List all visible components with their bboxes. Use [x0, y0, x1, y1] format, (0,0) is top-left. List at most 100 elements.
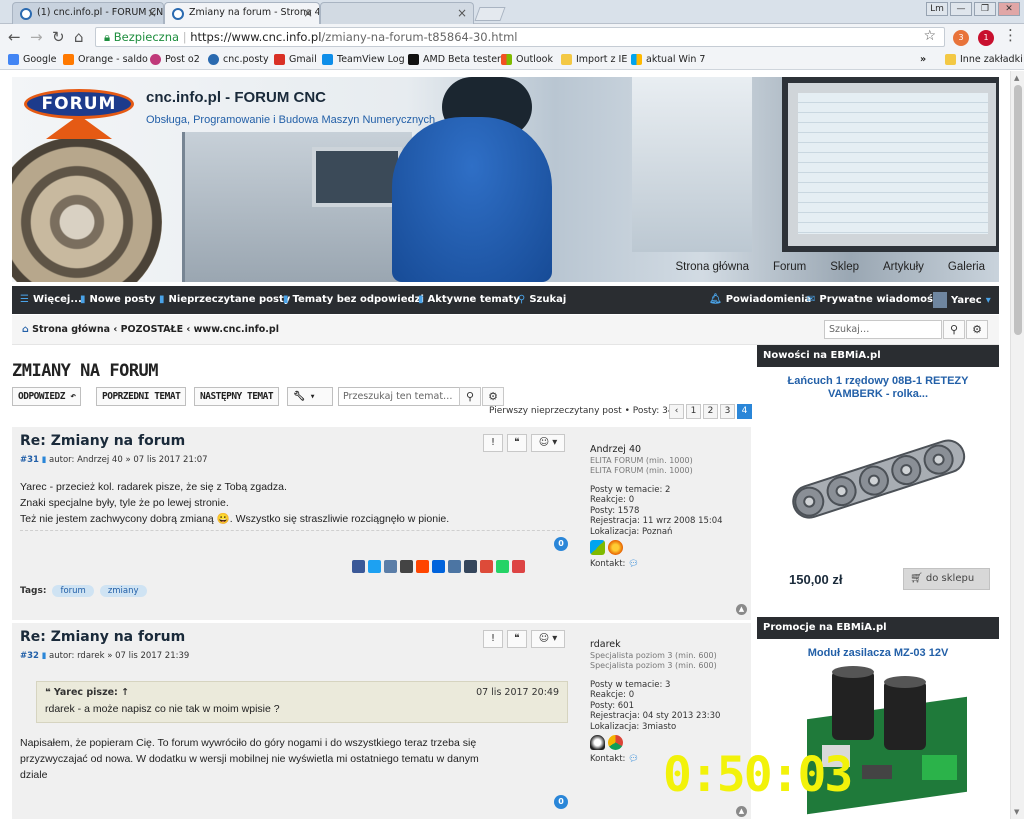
link-forum[interactable]: Forum [773, 261, 806, 273]
bookmark-teamview[interactable]: TeamView Log [322, 54, 405, 65]
post-number[interactable]: #32 [20, 651, 39, 661]
reaction-count-badge[interactable]: 0 [554, 537, 568, 551]
prev-topic-button[interactable]: POPRZEDNI TEMAT [96, 387, 187, 406]
close-tab-icon[interactable]: × [147, 6, 157, 20]
reaction-count-badge[interactable]: 0 [554, 795, 568, 809]
forum-logo[interactable]: FORUM [24, 89, 134, 141]
tag-forum[interactable]: forum [52, 585, 94, 597]
tab-zmiany-na-forum[interactable]: Zmiany na forum - Strona 4 × [164, 2, 320, 25]
bookmark-win7[interactable]: aktual Win 7 [631, 54, 705, 65]
report-button[interactable]: ! [483, 434, 503, 452]
back-to-top-icon[interactable]: ▲ [736, 806, 747, 817]
breadcrumb-item[interactable]: www.cnc.info.pl [194, 324, 279, 335]
quote-button[interactable]: ❝ [507, 630, 527, 648]
bookmark-orange[interactable]: Orange - saldo [63, 54, 148, 65]
bookmarks-more[interactable]: » [920, 54, 926, 65]
close-tab-icon[interactable]: × [457, 6, 467, 20]
vk-icon[interactable] [448, 560, 461, 573]
extension-icon[interactable]: 3 [953, 30, 969, 46]
twitter-icon[interactable] [368, 560, 381, 573]
bookmark-gmail[interactable]: Gmail [274, 54, 317, 65]
next-topic-button[interactable]: NASTĘPNY TEMAT [194, 387, 280, 406]
link-articles[interactable]: Artykuły [883, 261, 924, 273]
breadcrumb-home[interactable]: Strona główna [32, 324, 110, 335]
pocket-icon[interactable] [512, 560, 525, 573]
topic-search-options-button[interactable]: ⚙ [482, 387, 504, 406]
forward-arrow-icon[interactable]: → [30, 28, 43, 46]
post-title[interactable]: Re: Zmiany na forum [20, 433, 185, 449]
page-2[interactable]: 2 [703, 404, 718, 419]
page-scrollbar[interactable]: ▲ ▼ [1010, 71, 1024, 819]
menu-dots-icon[interactable]: ⋮ [1003, 26, 1018, 44]
nav-notifications[interactable]: 🔔︎ Powiadomienia [709, 294, 811, 305]
nav-unread-posts[interactable]: ▮ Nieprzeczytane posty [159, 294, 290, 305]
page-3[interactable]: 3 [720, 404, 735, 419]
post-number[interactable]: #31 [20, 455, 39, 465]
report-button[interactable]: ! [483, 630, 503, 648]
tab-blank[interactable]: × [320, 2, 474, 24]
back-arrow-icon[interactable]: ← [8, 28, 21, 46]
restore-button[interactable]: ❐ [974, 2, 996, 16]
minimize-button[interactable]: — [950, 2, 972, 16]
reaction-button[interactable]: ☺ ▾ [531, 434, 565, 452]
chain-product-image[interactable] [782, 425, 977, 535]
reaction-button[interactable]: ☺ ▾ [531, 630, 565, 648]
tag-zmiany[interactable]: zmiany [99, 585, 147, 597]
advanced-search-button[interactable]: ⚙ [966, 320, 988, 339]
back-to-top-icon[interactable]: ▲ [736, 604, 747, 615]
topic-search-input[interactable]: Przeszukaj ten temat… [338, 387, 460, 406]
link-shop[interactable]: Sklep [830, 261, 859, 273]
facebook-icon[interactable] [352, 560, 365, 573]
close-tab-icon[interactable]: × [303, 6, 313, 20]
topic-search-button[interactable]: ⚲ [459, 387, 481, 406]
bookmark-post-o2[interactable]: Post o2 [150, 54, 200, 65]
search-button[interactable]: ⚲ [943, 320, 965, 339]
whatsapp-icon[interactable] [496, 560, 509, 573]
link-gallery[interactable]: Galeria [948, 261, 985, 273]
page-title[interactable]: ZMIANY NA FORUM [12, 361, 159, 381]
buy-button[interactable]: 🛒︎ do sklepu [903, 568, 990, 590]
scroll-up-icon[interactable]: ▲ [1014, 74, 1019, 82]
product-title[interactable]: Moduł zasilacza MZ-03 12V [757, 647, 999, 660]
page-4-current[interactable]: 4 [737, 404, 752, 419]
home-icon[interactable]: ⌂ [74, 28, 84, 46]
close-window-button[interactable]: ✕ [998, 2, 1020, 16]
scrollbar-thumb[interactable] [1014, 85, 1022, 335]
new-tab-button[interactable] [474, 7, 506, 21]
post-title[interactable]: Re: Zmiany na forum [20, 629, 185, 645]
quote-author[interactable]: Yarec pisze: ↑ [54, 687, 129, 698]
tumblr-icon[interactable] [464, 560, 477, 573]
bookmark-amd[interactable]: AMD Beta testers [408, 54, 506, 65]
reload-icon[interactable]: ↻ [52, 28, 65, 46]
topic-tools-button[interactable]: 🔧︎ ▾ [287, 387, 333, 406]
bookmark-google[interactable]: Google [8, 54, 57, 65]
bookmark-star-icon[interactable]: ☆ [923, 28, 936, 44]
site-title[interactable]: cnc.info.pl - FORUM CNC [146, 89, 326, 106]
username[interactable]: rdarek [590, 639, 720, 651]
link-home[interactable]: Strona główna [675, 261, 749, 273]
profile-button[interactable]: Lm [926, 2, 948, 16]
delicious-icon[interactable] [432, 560, 445, 573]
address-bar[interactable]: 🔒︎ Bezpieczna | https://www.cnc.info.pl/… [95, 27, 945, 47]
username[interactable]: Andrzej 40 [590, 444, 723, 456]
bookmark-outlook[interactable]: Outlook [501, 54, 553, 65]
bookmark-import-ie[interactable]: Import z IE [561, 54, 627, 65]
scroll-down-icon[interactable]: ▼ [1014, 808, 1019, 816]
nav-more[interactable]: ☰ Więcej... [20, 294, 82, 305]
nav-private-messages[interactable]: ✉ Prywatne wiadomości [807, 294, 942, 305]
quote-button[interactable]: ❝ [507, 434, 527, 452]
breadcrumb-item[interactable]: POZOSTAŁE [121, 324, 184, 335]
reply-button[interactable]: ODPOWIEDZ ↶ [12, 387, 82, 406]
prev-page-button[interactable]: ‹ [669, 404, 684, 419]
chat-bubble-icon[interactable]: 💬︎ [628, 754, 639, 764]
tab-forum-cnc[interactable]: (1) cnc.info.pl - FORUM CNC × [12, 2, 164, 24]
google-plus-icon[interactable] [480, 560, 493, 573]
chat-bubble-icon[interactable]: 💬︎ [628, 559, 639, 569]
share-icon[interactable] [384, 560, 397, 573]
page-1[interactable]: 1 [686, 404, 701, 419]
search-input[interactable]: Szukaj… [824, 320, 942, 339]
nav-new-posts[interactable]: ▮ Nowe posty [80, 294, 156, 305]
reddit-icon[interactable] [416, 560, 429, 573]
other-bookmarks[interactable]: Inne zakładki [945, 54, 1023, 65]
nav-search[interactable]: ⚲ Szukaj [518, 294, 566, 305]
